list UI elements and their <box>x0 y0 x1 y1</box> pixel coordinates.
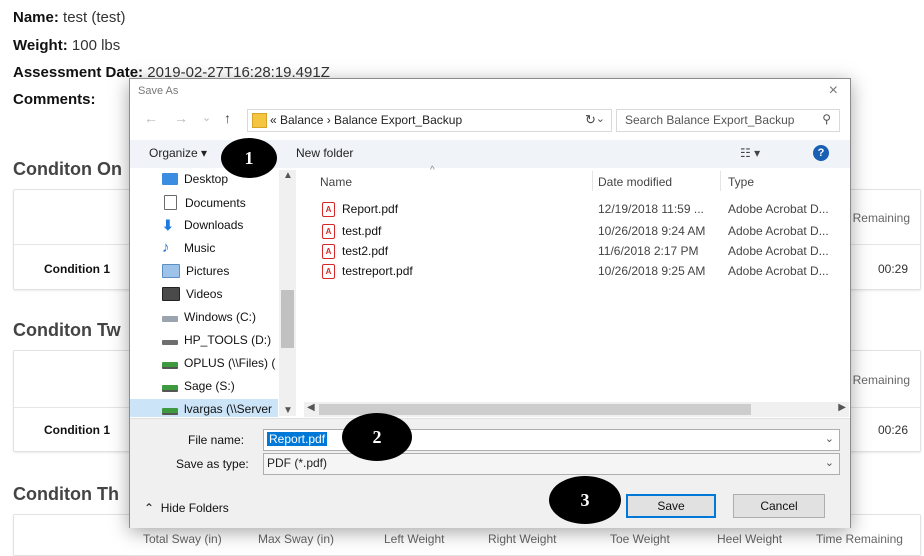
annotation-marker-3: 3 <box>549 476 621 524</box>
nav-item-oplus[interactable]: OPLUS (\\Files) ( <box>162 356 275 370</box>
pdf-icon: A <box>322 244 335 259</box>
condition-row-label: Condition 1 <box>44 262 110 276</box>
chevron-down-icon[interactable]: ⌄ <box>825 432 834 445</box>
file-row[interactable]: A test.pdf 10/26/2018 9:24 AM Adobe Acro… <box>318 221 843 242</box>
annotation-marker-2: 2 <box>342 413 412 461</box>
videos-icon <box>162 287 180 301</box>
pdf-icon: A <box>322 264 335 279</box>
section-title-3: Conditon Th <box>13 484 119 504</box>
file-name-value: Report.pdf <box>267 432 328 446</box>
network-drive-icon <box>162 385 178 392</box>
drive-icon <box>162 316 178 322</box>
nav-item-desktop[interactable]: Desktop <box>162 172 228 186</box>
file-row[interactable]: A Report.pdf 12/19/2018 11:59 ... Adobe … <box>318 199 843 220</box>
nav-item-windows-c[interactable]: Windows (C:) <box>162 310 256 324</box>
desktop-icon <box>162 173 178 185</box>
remaining-header: Remaining <box>852 211 910 225</box>
weight-line: Weight: 100 lbs <box>13 37 121 54</box>
documents-icon <box>164 195 177 210</box>
scroll-down-icon[interactable]: ▼ <box>283 405 293 416</box>
pictures-icon <box>162 264 180 278</box>
nav-item-videos[interactable]: Videos <box>162 287 222 301</box>
file-row[interactable]: A testreport.pdf 10/26/2018 9:25 AM Adob… <box>318 261 843 282</box>
column-name-header[interactable]: Name <box>320 175 352 189</box>
column-header: Left Weight <box>384 532 445 546</box>
new-folder-button[interactable]: New folder <box>296 146 353 160</box>
network-drive-icon <box>162 408 178 415</box>
nav-item-hp-tools[interactable]: HP_TOOLS (D:) <box>162 333 271 347</box>
back-arrow-icon[interactable]: ← <box>144 110 158 126</box>
column-type-header[interactable]: Type <box>728 175 754 189</box>
navigation-pane: Desktop Documents ⬇ Downloads ♪ Music Pict… <box>130 168 297 417</box>
name-line: Name: test (test) <box>13 9 126 26</box>
address-bar[interactable]: « Balance › Balance Export_Backup ⌄ <box>247 109 612 132</box>
column-header: Time Remaining <box>816 532 903 546</box>
forward-arrow-icon[interactable]: → <box>174 110 188 126</box>
save-as-type-select[interactable]: PDF (*.pdf) ⌄ <box>263 453 840 475</box>
condition-row-time: 00:29 <box>877 262 908 276</box>
chevron-down-icon[interactable]: ⌄ <box>825 456 834 469</box>
music-icon: ♪ <box>162 239 170 256</box>
annotation-marker-1: 1 <box>221 138 277 178</box>
nav-item-sage[interactable]: Sage (S:) <box>162 379 235 393</box>
save-as-type-label: Save as type: <box>176 457 249 471</box>
condition-row-time: 00:26 <box>877 423 908 437</box>
up-arrow-icon[interactable]: ↑ <box>224 110 231 126</box>
dialog-title: Save As <box>138 85 179 97</box>
scroll-left-icon[interactable]: ◀ <box>307 402 315 413</box>
organize-button[interactable]: Organize ▾ <box>149 146 207 160</box>
file-row[interactable]: A test2.pdf 11/6/2018 2:17 PM Adobe Acro… <box>318 241 843 262</box>
nav-item-lvargas[interactable]: lvargas (\\Server <box>162 402 272 416</box>
nav-item-downloads[interactable]: ⬇ Downloads <box>162 218 243 232</box>
column-header: Heel Weight <box>717 532 783 546</box>
downloads-icon: ⬇ <box>162 217 174 233</box>
folder-icon <box>252 113 267 128</box>
network-drive-icon <box>162 362 178 369</box>
search-box[interactable]: Search Balance Export_Backup ⚲ <box>616 109 840 132</box>
scrollbar-thumb[interactable] <box>281 290 294 348</box>
column-header: Right Weight <box>488 532 557 546</box>
scroll-right-icon[interactable]: ▶ <box>838 402 846 413</box>
column-header: Total Sway (in) <box>143 532 222 546</box>
refresh-icon[interactable]: ↻ <box>585 112 596 128</box>
navigation-scrollbar[interactable]: ▲ ▼ <box>279 170 296 416</box>
nav-item-music[interactable]: ♪ Music <box>162 239 215 256</box>
view-options-icon[interactable]: ☷ ▾ <box>740 146 760 160</box>
scroll-up-icon[interactable]: ▲ <box>283 170 293 181</box>
remaining-header: Remaining <box>852 373 910 387</box>
column-header: Max Sway (in) <box>258 532 335 546</box>
save-as-type-value: PDF (*.pdf) <box>267 456 328 470</box>
cancel-button[interactable]: Cancel <box>733 494 825 518</box>
close-icon[interactable]: × <box>829 82 838 100</box>
hide-folders-button[interactable]: ⌃ Hide Folders <box>144 501 229 515</box>
address-path: « Balance › Balance Export_Backup <box>270 113 463 127</box>
search-icon: ⚲ <box>822 112 831 126</box>
recent-locations-icon[interactable]: ⌄ <box>202 111 211 124</box>
column-divider <box>720 171 721 191</box>
section-title-1: Conditon On <box>13 159 122 179</box>
comments-line: Comments: <box>13 91 96 108</box>
nav-item-documents[interactable]: Documents <box>162 195 246 210</box>
search-placeholder: Search Balance Export_Backup <box>625 113 795 127</box>
save-button[interactable]: Save <box>626 494 716 518</box>
condition-row-label: Condition 1 <box>44 423 110 437</box>
nav-item-pictures[interactable]: Pictures <box>162 264 229 278</box>
column-divider <box>592 171 593 191</box>
pdf-icon: A <box>322 202 335 217</box>
drive-icon <box>162 340 178 345</box>
section-title-2: Conditon Tw <box>13 320 121 340</box>
column-header: Toe Weight <box>610 532 670 546</box>
pdf-icon: A <box>322 224 335 239</box>
chevron-down-icon[interactable]: ⌄ <box>596 112 605 125</box>
chevron-up-icon: ⌃ <box>144 501 155 515</box>
help-icon[interactable]: ? <box>813 145 829 161</box>
file-name-label: File name: <box>188 433 245 447</box>
column-date-header[interactable]: Date modified <box>598 175 672 189</box>
sort-up-icon: ^ <box>430 165 435 176</box>
